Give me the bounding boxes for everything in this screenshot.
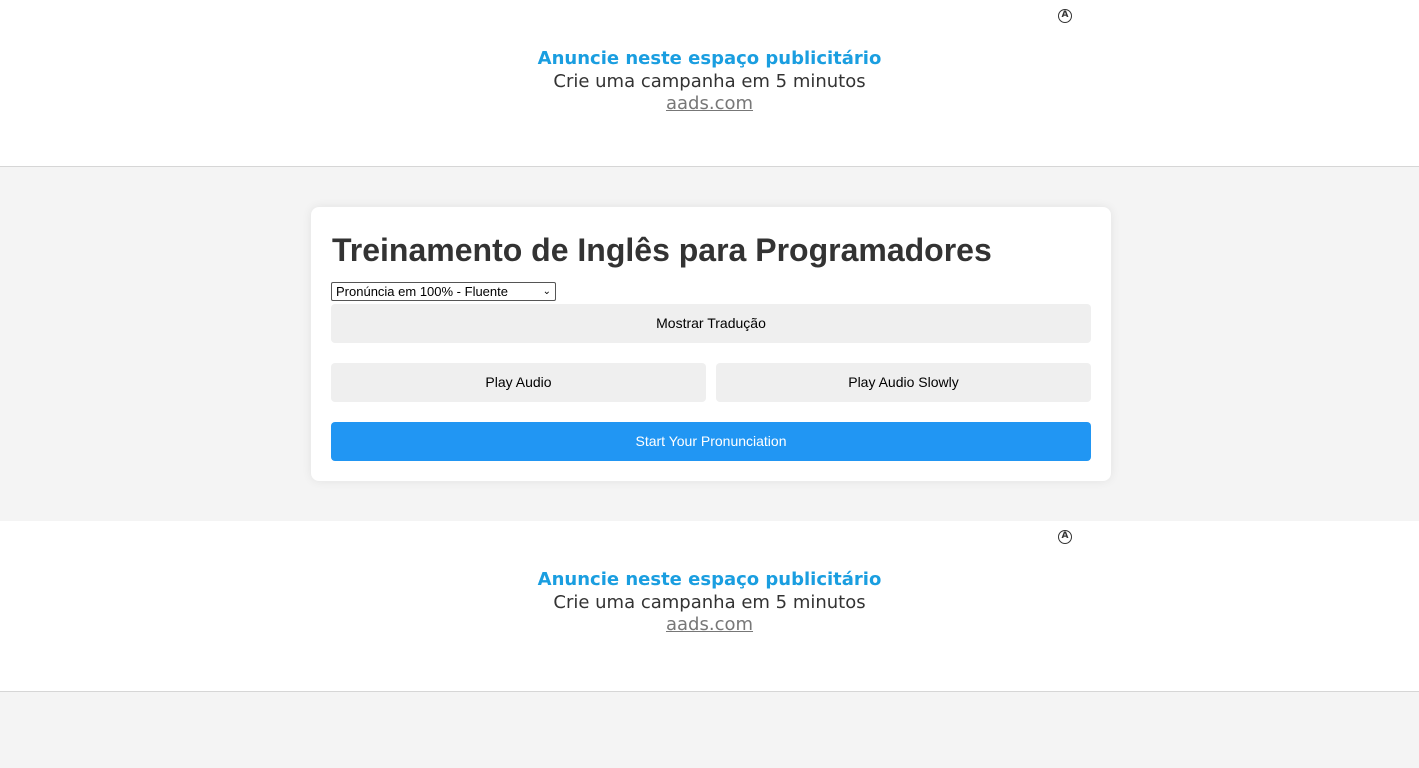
adchoices-icon[interactable]: A bbox=[1058, 9, 1072, 23]
ad-headline[interactable]: Anuncie neste espaço publicitário bbox=[0, 568, 1419, 592]
play-audio-button[interactable]: Play Audio bbox=[331, 363, 706, 402]
training-card: Treinamento de Inglês para Programadores… bbox=[311, 207, 1111, 481]
ad-text-block[interactable]: Anuncie neste espaço publicitário Crie u… bbox=[0, 568, 1419, 636]
ad-headline[interactable]: Anuncie neste espaço publicitário bbox=[0, 47, 1419, 71]
chevron-down-icon: ⌄ bbox=[542, 286, 551, 297]
level-select[interactable]: Pronúncia em 100% - Fluente ⌄ bbox=[331, 282, 556, 301]
page-title: Treinamento de Inglês para Programadores bbox=[332, 232, 992, 268]
show-translation-button[interactable]: Mostrar Tradução bbox=[331, 304, 1091, 343]
ad-banner-bottom[interactable]: A Anuncie neste espaço publicitário Crie… bbox=[0, 521, 1419, 692]
ad-link[interactable]: aads.com bbox=[0, 614, 1419, 636]
start-pronunciation-button[interactable]: Start Your Pronunciation bbox=[331, 422, 1091, 461]
ad-subline: Crie uma campanha em 5 minutos bbox=[553, 592, 866, 613]
play-audio-slowly-button[interactable]: Play Audio Slowly bbox=[716, 363, 1091, 402]
adchoices-icon[interactable]: A bbox=[1058, 530, 1072, 544]
ad-subline: Crie uma campanha em 5 minutos bbox=[553, 71, 866, 92]
ad-link[interactable]: aads.com bbox=[0, 93, 1419, 115]
ad-banner-top[interactable]: A Anuncie neste espaço publicitário Crie… bbox=[0, 0, 1419, 167]
level-select-value: Pronúncia em 100% - Fluente bbox=[336, 284, 508, 299]
ad-text-block[interactable]: Anuncie neste espaço publicitário Crie u… bbox=[0, 47, 1419, 115]
